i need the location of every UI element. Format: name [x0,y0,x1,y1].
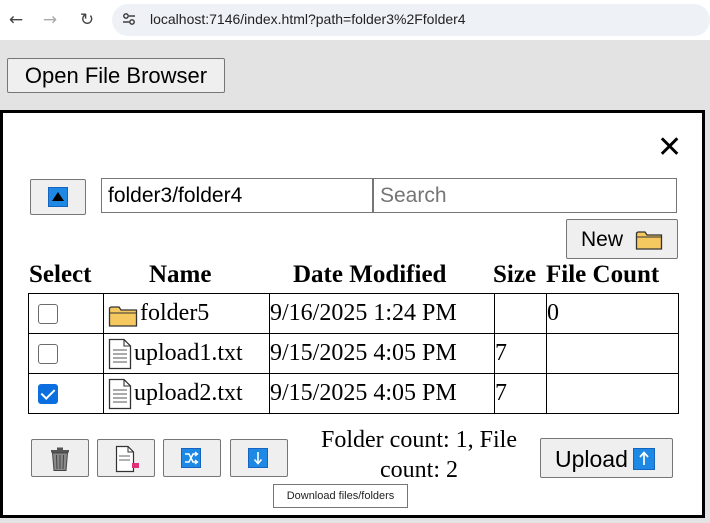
file-name[interactable]: upload2.txt [134,380,243,407]
table-row[interactable]: upload2.txt 9/15/2025 4:05 PM 7 [28,373,679,414]
rename-button[interactable] [97,439,155,477]
file-size: 7 [495,340,507,366]
column-header-file-count: File Count [546,261,660,288]
download-button[interactable] [230,439,288,477]
new-folder-button[interactable]: New [566,219,678,259]
url-text: localhost:7146/index.html?path=folder3%2… [150,11,466,27]
file-name[interactable]: upload1.txt [134,340,243,367]
browser-toolbar: ← → ↻ localhost:7146/index.html?path=fol… [0,0,710,40]
folder-icon [108,304,138,328]
parent-folder-button[interactable] [30,179,86,215]
file-size: 7 [495,380,507,406]
open-file-browser-button[interactable]: Open File Browser [7,58,225,93]
date-modified: 9/15/2025 4:05 PM [270,340,457,366]
row-checkbox[interactable] [38,303,58,324]
rename-file-icon [115,445,141,478]
file-count: 0 [547,300,559,326]
column-header-select: Select [29,261,92,288]
delete-button[interactable] [31,439,89,477]
file-name[interactable]: folder5 [140,300,209,327]
date-modified: 9/15/2025 4:05 PM [270,380,457,406]
trash-icon [48,446,72,477]
column-header-name: Name [149,261,212,288]
row-checkbox[interactable] [38,343,58,364]
move-icon [181,448,201,468]
upload-label: Upload [555,446,628,472]
upload-button[interactable]: Upload [540,438,673,478]
column-header-date: Date Modified [293,261,447,288]
move-button[interactable] [163,439,221,477]
path-input[interactable] [101,178,373,213]
document-icon [108,338,132,370]
download-tooltip: Download files/folders [273,484,408,508]
file-table: folder5 9/16/2025 1:24 PM 0 upload1.txt … [28,293,679,414]
forward-icon[interactable]: → [38,8,62,32]
search-input[interactable] [373,178,677,213]
site-info-icon[interactable] [120,11,138,29]
file-browser-dialog: ✕ New Select Name Date Modified Size Fil… [0,110,705,518]
folder-icon [635,229,663,257]
address-bar[interactable]: localhost:7146/index.html?path=folder3%2… [112,4,710,36]
upload-icon [633,448,655,470]
close-icon[interactable]: ✕ [657,131,682,165]
row-checkbox-checked[interactable] [38,383,58,404]
download-icon [248,448,268,468]
table-row[interactable]: upload1.txt 9/15/2025 4:05 PM 7 [28,333,679,374]
reload-icon[interactable]: ↻ [75,8,99,32]
up-arrow-icon [48,187,68,207]
column-header-size: Size [493,261,537,288]
back-icon[interactable]: ← [4,8,28,32]
document-icon [108,378,132,410]
new-folder-label: New [581,228,624,251]
folder-file-count: Folder count: 1, File count: 2 [321,427,517,483]
date-modified: 9/16/2025 1:24 PM [270,300,457,326]
table-row[interactable]: folder5 9/16/2025 1:24 PM 0 [28,293,679,334]
